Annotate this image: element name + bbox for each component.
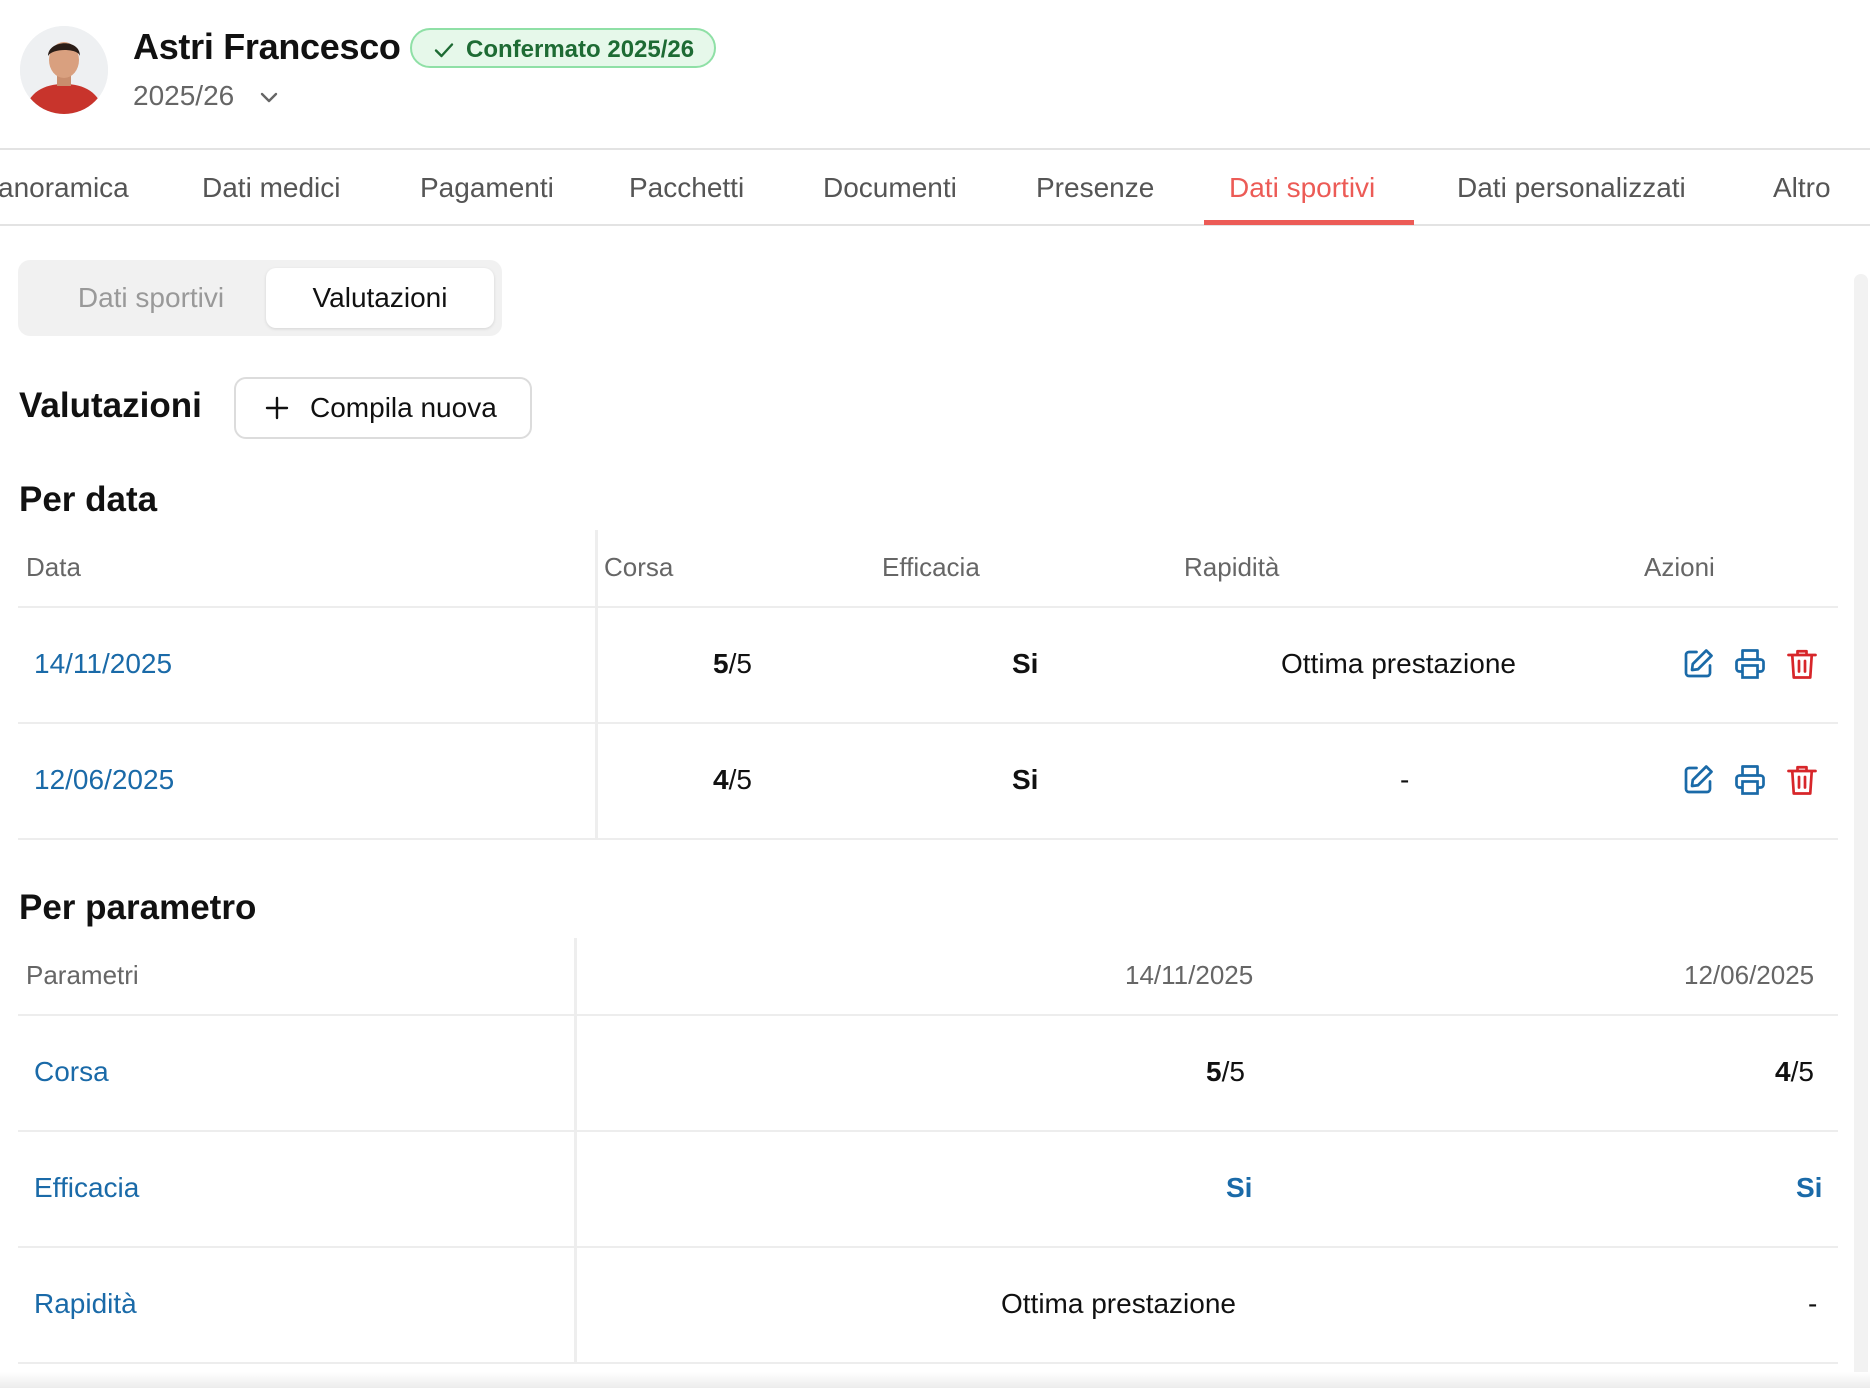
tab-bar: anoramica Dati medici Pagamenti Pacchett… <box>0 150 1870 226</box>
trash-icon[interactable] <box>1784 762 1820 798</box>
param-rapidita-link[interactable]: Rapidità <box>34 1288 137 1320</box>
check-icon <box>434 43 454 58</box>
param-corsa-link[interactable]: Corsa <box>34 1056 109 1088</box>
column-header-parametri: Parametri <box>26 960 139 990</box>
date-link[interactable]: 12/06/2025 <box>34 764 174 796</box>
column-header-efficacia: Efficacia <box>882 552 980 582</box>
tab-pacchetti[interactable]: Pacchetti <box>629 150 744 224</box>
page-title: Valutazioni <box>19 386 202 425</box>
row-divider <box>18 606 1838 608</box>
trash-icon[interactable] <box>1784 646 1820 682</box>
segment-valutazioni[interactable]: Valutazioni <box>266 268 494 328</box>
column-header-rapidita: Rapidità <box>1184 552 1280 582</box>
column-header-date-2: 12/06/2025 <box>1684 960 1815 990</box>
edit-icon[interactable] <box>1680 762 1716 798</box>
row-divider <box>18 722 1838 724</box>
tab-panoramica[interactable]: anoramica <box>0 150 129 224</box>
compila-nuova-button[interactable]: Compila nuova <box>234 377 532 439</box>
row-divider <box>18 1362 1838 1364</box>
column-header-corsa: Corsa <box>604 552 674 582</box>
param-value: 5/5 <box>1206 1056 1245 1087</box>
tab-dati-sportivi[interactable]: Dati sportivi <box>1229 150 1375 224</box>
param-value: Ottima prestazione <box>1001 1288 1236 1319</box>
athlete-name: Astri Francesco <box>133 26 401 67</box>
print-icon[interactable] <box>1732 762 1768 798</box>
print-icon[interactable] <box>1732 646 1768 682</box>
chevron-down-icon[interactable] <box>258 86 280 108</box>
profile-header: Astri Francesco Confermato 2025/26 2025/… <box>0 0 1870 150</box>
compila-nuova-label: Compila nuova <box>310 392 497 423</box>
status-badge-label: Confermato 2025/26 <box>466 36 695 63</box>
column-divider <box>574 938 577 1364</box>
section-title-per-parametro: Per parametro <box>19 888 257 927</box>
section-title-per-data: Per data <box>19 480 158 519</box>
active-tab-indicator <box>1204 220 1414 225</box>
season-selector[interactable]: 2025/26 <box>133 80 234 112</box>
corsa-value: 5/5 <box>713 648 752 679</box>
row-divider <box>18 838 1838 840</box>
footer-shadow <box>0 1372 1870 1388</box>
avatar[interactable] <box>20 26 108 114</box>
param-value[interactable]: Si <box>1226 1172 1252 1204</box>
rapidita-value: Ottima prestazione <box>1281 648 1516 679</box>
row-divider <box>18 1130 1838 1132</box>
row-divider <box>18 1014 1838 1016</box>
segmented-control: Dati sportivi Valutazioni <box>18 260 502 336</box>
column-header-azioni: Azioni <box>1644 552 1715 582</box>
corsa-value: 4/5 <box>713 764 752 795</box>
tab-documenti[interactable]: Documenti <box>823 150 957 224</box>
tab-presenze[interactable]: Presenze <box>1036 150 1154 224</box>
tab-pagamenti[interactable]: Pagamenti <box>420 150 554 224</box>
segment-dati-sportivi[interactable]: Dati sportivi <box>26 268 276 328</box>
column-header-date-1: 14/11/2025 <box>1125 960 1254 990</box>
efficacia-value: Si <box>1012 764 1039 795</box>
column-header-data: Data <box>26 552 81 582</box>
avatar-photo <box>20 26 108 114</box>
param-value: - <box>1808 1288 1818 1319</box>
tab-dati-personalizzati[interactable]: Dati personalizzati <box>1457 150 1686 224</box>
tab-altro[interactable]: Altro <box>1773 150 1831 224</box>
efficacia-value: Si <box>1012 648 1039 679</box>
edit-icon[interactable] <box>1680 646 1716 682</box>
rapidita-value: - <box>1400 764 1410 795</box>
param-efficacia-link[interactable]: Efficacia <box>34 1172 139 1204</box>
plus-icon <box>265 396 289 420</box>
param-value[interactable]: Si <box>1796 1172 1822 1204</box>
tab-dati-medici[interactable]: Dati medici <box>202 150 340 224</box>
scrollbar[interactable] <box>1854 274 1868 1388</box>
param-value: 4/5 <box>1775 1056 1814 1087</box>
row-divider <box>18 1246 1838 1248</box>
column-divider <box>595 530 598 840</box>
date-link[interactable]: 14/11/2025 <box>34 648 172 680</box>
status-badge: Confermato 2025/26 <box>410 28 717 68</box>
